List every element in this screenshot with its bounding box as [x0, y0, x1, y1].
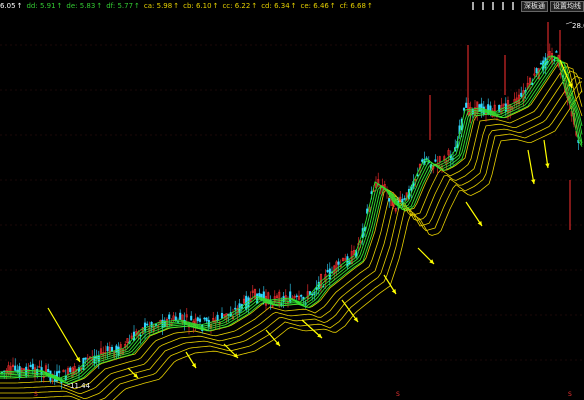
- candle-body: [471, 109, 474, 115]
- high-price-label: 28.0: [572, 22, 584, 30]
- candle-body: [434, 159, 437, 162]
- candle-body: [555, 51, 558, 53]
- period-marker: S: [396, 391, 400, 398]
- toolbar-tick-icon[interactable]: [499, 2, 506, 10]
- kline-chart-window: { "legend": [ {"label":"6.05","arrow":"↑…: [0, 0, 584, 400]
- period-marker: S: [568, 391, 572, 398]
- candle-body: [295, 295, 298, 298]
- candle-body: [465, 102, 468, 108]
- legend-item: de: 5.83↑: [66, 0, 102, 12]
- chart-toolbar: 深板通 设置均线: [469, 0, 584, 12]
- candle-body: [520, 92, 523, 97]
- toolbar-button-2[interactable]: 设置均线: [550, 0, 584, 12]
- candle-body: [84, 357, 87, 360]
- candle-body: [29, 365, 32, 367]
- toolbar-tick-icon[interactable]: [479, 2, 486, 10]
- candle-body: [337, 261, 340, 265]
- toolbar-tick-icon[interactable]: [469, 2, 476, 10]
- legend-value: df: 5.77: [106, 2, 134, 10]
- candle-body: [234, 307, 237, 310]
- annotation-arrow-icon: [527, 149, 535, 185]
- slow-ma-line: [0, 81, 583, 400]
- legend-value: cd: 6.34: [261, 2, 290, 10]
- candle-body: [207, 319, 210, 328]
- candle-body: [216, 314, 219, 321]
- legend-value: cc: 6.22: [222, 2, 251, 10]
- legend-value: ca: 5.98: [143, 2, 173, 10]
- period-marker: S: [34, 391, 38, 398]
- legend-value: 6.05: [0, 2, 16, 10]
- candle-body: [179, 312, 182, 321]
- candle-body: [168, 314, 171, 320]
- legend-up-arrow-icon: ↑: [366, 2, 373, 10]
- candle-body: [146, 323, 149, 326]
- candle-body: [190, 315, 193, 321]
- legend-up-arrow-icon: ↑: [16, 2, 23, 10]
- candle-body: [25, 366, 28, 377]
- legend-up-arrow-icon: ↑: [212, 2, 219, 10]
- candle-body: [198, 318, 202, 322]
- legend-up-arrow-icon: ↑: [134, 2, 140, 10]
- legend-item: cc: 6.22↑: [222, 0, 257, 12]
- legend-item: df: 5.77↑: [106, 0, 140, 12]
- candle-body: [289, 291, 292, 303]
- legend-value: dd: 5.91: [26, 2, 56, 10]
- legend-item: cd: 6.34↑: [261, 0, 296, 12]
- legend-up-arrow-icon: ↑: [173, 2, 180, 10]
- legend-item: ca: 5.98↑: [144, 0, 179, 12]
- candle-body: [247, 297, 250, 308]
- candle-body: [539, 62, 543, 65]
- legend-value: ce: 6.46: [300, 2, 329, 10]
- candle-body: [421, 159, 424, 162]
- legend-up-arrow-icon: ↑: [56, 2, 63, 10]
- candle-body: [535, 68, 538, 74]
- toolbar-button-1[interactable]: 深板通: [521, 0, 548, 12]
- candle-body: [203, 317, 206, 320]
- toolbar-tick-icon[interactable]: [489, 2, 496, 10]
- candle-body: [416, 174, 419, 177]
- toolbar-tick-icon[interactable]: [509, 2, 516, 10]
- candle-body: [403, 198, 406, 200]
- candle-body: [106, 346, 109, 352]
- candle-body: [260, 294, 263, 298]
- legend-up-arrow-icon: ↑: [290, 2, 297, 10]
- legend-up-arrow-icon: ↑: [96, 2, 103, 10]
- candle-body: [69, 367, 72, 373]
- candle-body: [196, 317, 199, 322]
- low-price-label: 11.44: [70, 382, 91, 390]
- candle-body: [58, 370, 61, 374]
- legend-up-arrow-icon: ↑: [251, 2, 258, 10]
- legend-up-arrow-icon: ↑: [329, 2, 336, 10]
- candle-body: [388, 198, 391, 202]
- legend-value: cf: 6.68: [339, 2, 366, 10]
- legend-item: cb: 6.10↑: [183, 0, 218, 12]
- candle-body: [14, 365, 17, 371]
- legend-item: dd: 5.91↑: [26, 0, 62, 12]
- ma-legend: 6.05↑ dd: 5.91↑ de: 5.83↑ df: 5.77↑ ca: 5.98…: [0, 0, 377, 12]
- annotation-arrowhead-icon: [531, 179, 536, 184]
- legend-item: 6.05↑: [0, 0, 22, 12]
- candle-body: [326, 270, 329, 273]
- legend-item: ce: 6.46↑: [301, 0, 336, 12]
- candle-body: [346, 256, 349, 267]
- candle-body: [47, 369, 50, 373]
- legend-value: cb: 6.10: [183, 2, 212, 10]
- annotation-arrow-icon: [47, 307, 81, 363]
- price-chart: [0, 21, 584, 400]
- candle-body: [300, 294, 303, 297]
- candle-body: [31, 363, 34, 370]
- candle-body: [205, 317, 208, 322]
- legend-item: cf: 6.68↑: [340, 0, 373, 12]
- candle-body: [115, 345, 118, 353]
- candle-body: [220, 312, 224, 319]
- legend-value: de: 5.83: [66, 2, 96, 10]
